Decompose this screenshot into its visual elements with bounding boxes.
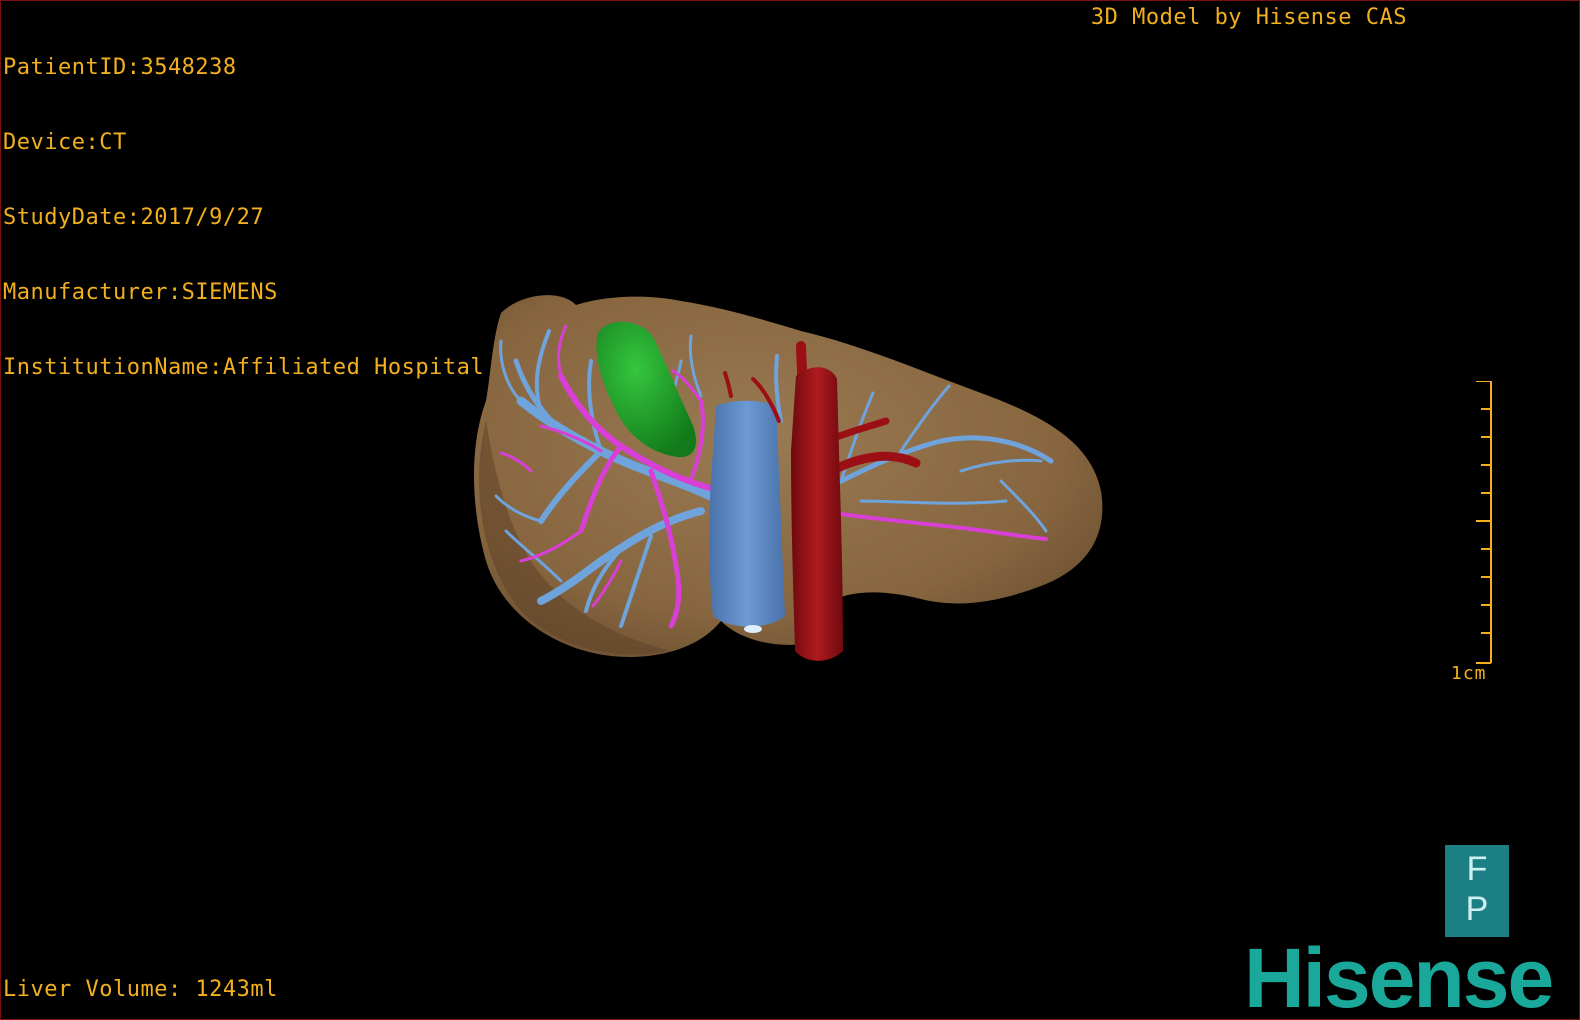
hisense-logo: Hisense: [1244, 931, 1554, 1020]
liver-volume-text: Liver Volume: 1243ml: [3, 977, 278, 1002]
3d-viewport[interactable]: PatientID:3548238 Device:CT StudyDate:20…: [0, 0, 1580, 1020]
orientation-letter-bottom: P: [1465, 890, 1489, 928]
aorta: [791, 367, 843, 661]
scale-bar-label: 1cm: [1451, 663, 1487, 684]
orientation-marker[interactable]: F P: [1445, 845, 1509, 937]
liver-3d-model[interactable]: [1, 1, 1579, 1019]
orientation-letter-top: F: [1466, 850, 1488, 888]
ivc-opening: [744, 625, 762, 633]
inferior-vena-cava: [709, 400, 785, 627]
scale-bar: [1476, 381, 1492, 664]
